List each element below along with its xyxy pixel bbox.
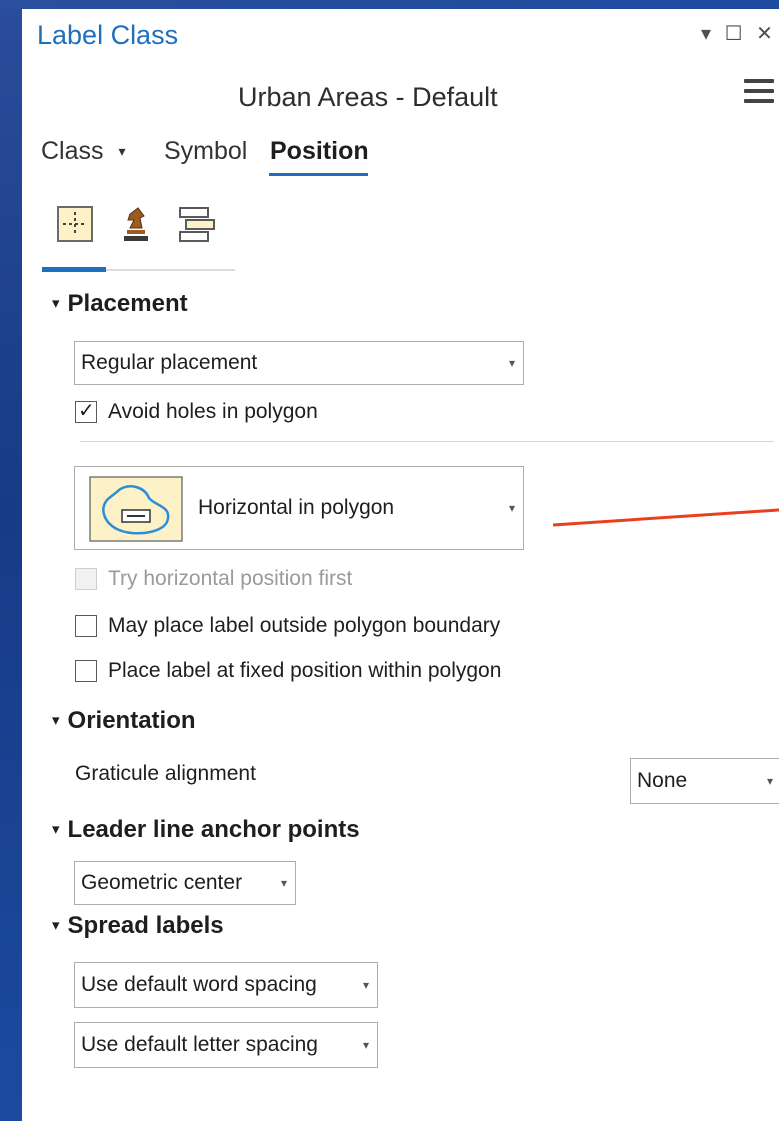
leader-anchor-dropdown[interactable]: Geometric center ▾: [74, 861, 296, 905]
annotation-pointer-line: [553, 508, 779, 527]
label-class-name: Urban Areas - Default: [238, 82, 498, 112]
chevron-down-icon: ▾: [362, 1038, 369, 1052]
tab-position[interactable]: Position: [270, 137, 369, 166]
active-subtab-indicator: [42, 267, 106, 272]
fixed-position-label: Place label at fixed position within pol…: [108, 659, 502, 682]
active-tab-indicator: [269, 173, 368, 176]
chevron-down-icon: ▾: [508, 356, 515, 370]
stack-icon[interactable]: [177, 204, 217, 244]
label-class-pane: Label Class ▾ ☐ ✕ Urban Areas - Default …: [22, 9, 779, 1121]
placement-section-header[interactable]: ▾ Placement: [52, 290, 188, 318]
tab-class-label: Class: [41, 137, 104, 165]
pane-options-icon[interactable]: ▾: [701, 21, 711, 46]
checkbox-box[interactable]: [75, 660, 97, 682]
leader-anchor-section-header[interactable]: ▾ Leader line anchor points: [52, 816, 360, 844]
leader-anchor-value: Geometric center: [81, 871, 243, 894]
chevron-down-icon: ▾: [52, 917, 60, 934]
placement-style-value: Horizontal in polygon: [198, 496, 395, 519]
checkbox-box[interactable]: [75, 568, 97, 590]
placement-dropdown[interactable]: Regular placement ▾: [74, 341, 524, 385]
try-horizontal-label: Try horizontal position first: [108, 567, 353, 590]
orientation-header: Orientation: [67, 707, 196, 734]
placement-header: Placement: [67, 290, 188, 317]
section-divider: [80, 441, 774, 442]
horizontal-polygon-icon: [89, 476, 183, 542]
orientation-section-header[interactable]: ▾ Orientation: [52, 707, 196, 735]
chevron-down-icon: ▾: [280, 876, 287, 890]
window-frame-top: [0, 0, 779, 9]
chevron-down-icon: ▾: [52, 295, 60, 312]
chevron-down-icon: ▾: [118, 143, 126, 159]
check-icon: ✓: [78, 400, 95, 422]
tab-class[interactable]: Class ▾: [41, 137, 126, 166]
placement-dropdown-value: Regular placement: [81, 351, 258, 374]
placement-style-dropdown[interactable]: Horizontal in polygon ▾: [74, 466, 524, 550]
graticule-alignment-label: Graticule alignment: [75, 762, 256, 785]
chevron-down-icon: ▾: [52, 821, 60, 838]
avoid-holes-label: Avoid holes in polygon: [108, 400, 318, 423]
word-spacing-value: Use default word spacing: [81, 973, 317, 996]
chevron-down-icon: ▾: [508, 501, 515, 515]
leader-anchor-header: Leader line anchor points: [67, 816, 360, 843]
window-frame-left: [0, 0, 22, 1121]
word-spacing-dropdown[interactable]: Use default word spacing ▾: [74, 962, 378, 1008]
chevron-down-icon: ▾: [766, 774, 773, 788]
spread-labels-header: Spread labels: [67, 912, 224, 939]
maximize-icon[interactable]: ☐: [725, 21, 743, 46]
hamburger-menu-icon[interactable]: [744, 79, 774, 107]
tab-symbol[interactable]: Symbol: [164, 137, 247, 166]
graticule-alignment-dropdown[interactable]: None ▾: [630, 758, 779, 804]
leader-icon[interactable]: [116, 204, 156, 244]
letter-spacing-value: Use default letter spacing: [81, 1033, 318, 1056]
graticule-alignment-value: None: [637, 769, 688, 792]
window-controls: ▾ ☐ ✕: [701, 21, 779, 46]
checkbox-box[interactable]: ✓: [75, 400, 97, 423]
spread-labels-section-header[interactable]: ▾ Spread labels: [52, 912, 224, 940]
position-icon[interactable]: [55, 204, 95, 244]
close-icon[interactable]: ✕: [756, 21, 773, 46]
checkbox-box[interactable]: [75, 615, 97, 637]
chevron-down-icon: ▾: [52, 712, 60, 729]
pane-title: Label Class: [37, 20, 179, 50]
letter-spacing-dropdown[interactable]: Use default letter spacing ▾: [74, 1022, 378, 1068]
outside-boundary-label: May place label outside polygon boundary: [108, 614, 501, 637]
chevron-down-icon: ▾: [362, 978, 369, 992]
